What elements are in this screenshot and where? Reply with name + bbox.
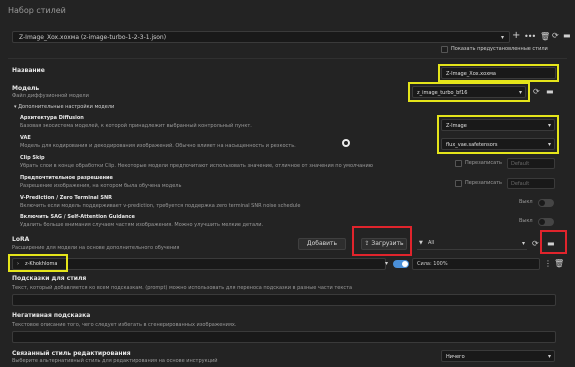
negative-desc: Текстовое описание того, чего следует из…: [12, 322, 237, 328]
refresh-icon[interactable]: ⟳: [552, 32, 559, 40]
arch-label: Архитектура Diffusion: [20, 115, 84, 121]
lora-filter-value: All: [428, 240, 435, 246]
trash-icon[interactable]: 🗑: [554, 260, 564, 268]
lora-load-button[interactable]: ⇪ Загрузить: [361, 238, 407, 250]
model-value: z_image_turbo_bf16: [417, 90, 468, 96]
clip-override-checkbox[interactable]: [455, 160, 462, 167]
arch-value: Z-Image: [446, 123, 467, 129]
style-prompt-desc: Текст, который добавляется ко всем подск…: [12, 285, 353, 291]
advanced-header[interactable]: ▾ Дополнительные настройки модели: [14, 104, 114, 111]
chevron-down-icon: ▾: [518, 89, 522, 96]
chevron-down-icon: ▾: [521, 240, 525, 247]
res-label: Предпочтительное разрешение: [20, 175, 113, 181]
cursor-icon: [342, 139, 350, 147]
lora-enabled-toggle[interactable]: [393, 260, 409, 268]
advanced-header-label: Дополнительные настройки модели: [18, 104, 115, 110]
edit-style-select[interactable]: Ничего ▾: [441, 350, 555, 362]
chevron-down-icon: ▾: [547, 122, 551, 129]
edit-style-desc: Выберите альтернативный стиль для редакт…: [12, 358, 218, 364]
chevron-right-icon: ›: [17, 261, 19, 267]
lora-desc: Расширение для модели на основе дополнит…: [12, 245, 180, 251]
sag-toggle[interactable]: [538, 218, 554, 226]
folder-icon[interactable]: ▬: [563, 32, 571, 40]
dots-icon[interactable]: ⋮: [544, 260, 552, 268]
style-prompt-label: Подсказки для стиля: [12, 275, 87, 282]
vpred-label: V-Prediction / Zero Terminal SNR: [20, 195, 112, 201]
dots-icon[interactable]: •••: [524, 33, 536, 41]
clip-label: Clip Skip: [20, 155, 45, 161]
chevron-down-icon: ▾: [500, 34, 504, 41]
name-input[interactable]: Z-Image_Xox.хохма: [441, 67, 556, 79]
vae-select[interactable]: flux_vae.safetensors ▾: [441, 138, 555, 150]
vpred-toggle[interactable]: [538, 199, 554, 207]
lora-load-label: Загрузить: [371, 240, 404, 247]
trash-icon[interactable]: 🗑: [540, 33, 550, 41]
clip-input[interactable]: Default: [507, 158, 555, 169]
model-label: Модель: [12, 85, 40, 92]
clip-override-label: Перезаписать: [465, 160, 502, 166]
lora-strength-label: Сила: 100%: [417, 261, 448, 267]
lora-strength-input[interactable]: Сила: 100%: [412, 258, 540, 270]
edit-style-value: Ничего: [446, 354, 465, 360]
edit-style-label: Связанный стиль редактирования: [12, 350, 131, 357]
lora-add-label: Добавить: [306, 240, 338, 247]
arch-desc: Базовая экосистема моделей, к которой пр…: [20, 123, 252, 129]
name-label: Название: [12, 67, 45, 74]
folder-icon[interactable]: ▬: [547, 240, 555, 248]
preset-select[interactable]: Z-Image_Xox.хохма (z-image-turbo-1-2-3-1…: [12, 31, 510, 43]
chevron-down-icon[interactable]: ▾: [385, 260, 388, 268]
sag-off-label: Выкл: [519, 218, 533, 224]
sag-label: Включить SAG / Self-Attention Guidance: [20, 214, 135, 220]
lora-item[interactable]: › z-Khokhloma: [12, 258, 386, 270]
clip-desc: Убрать слои в конце обработки Clip. Неко…: [20, 163, 373, 169]
vae-label: VAE: [20, 135, 31, 141]
style-prompt-input[interactable]: [12, 294, 556, 306]
model-sublabel: Файл диффузионной модели: [12, 93, 89, 99]
lora-item-name: z-Khokhloma: [25, 261, 58, 267]
negative-label: Негативная подсказка: [12, 312, 91, 319]
name-value: Z-Image_Xox.хохма: [446, 71, 496, 77]
plus-icon[interactable]: +: [512, 31, 520, 41]
chevron-down-icon: ▾: [547, 353, 551, 360]
divider: [8, 58, 567, 59]
show-predefined-label: Показать предустановленные стили: [451, 46, 548, 52]
lora-label: LoRA: [12, 236, 30, 243]
res-input[interactable]: Default: [507, 178, 555, 189]
vpred-off-label: Выкл: [519, 199, 533, 205]
sag-desc: Удалить больше внимания случаем частям и…: [20, 222, 264, 228]
res-placeholder: Default: [511, 181, 530, 187]
vae-desc: Модель для кодирования и декодирования и…: [20, 143, 296, 149]
dialog-title: Набор стилей: [8, 6, 66, 15]
lora-add-button[interactable]: Добавить: [298, 238, 346, 250]
model-select[interactable]: z_image_turbo_bf16 ▾: [412, 86, 526, 98]
vpred-desc: Включить если модель поддерживает v-pred…: [20, 203, 301, 209]
show-predefined-checkbox[interactable]: [441, 46, 448, 53]
res-desc: Разрешение изображения, на котором была …: [20, 183, 182, 189]
folder-icon[interactable]: ▬: [546, 88, 554, 96]
refresh-icon[interactable]: ⟳: [532, 240, 539, 248]
clip-placeholder: Default: [511, 161, 530, 167]
refresh-icon[interactable]: ⟳: [533, 88, 540, 96]
upload-icon: ⇪: [364, 240, 370, 247]
res-override-checkbox[interactable]: [455, 180, 462, 187]
vae-value: flux_vae.safetensors: [446, 142, 498, 148]
negative-input[interactable]: [12, 331, 556, 343]
arch-select[interactable]: Z-Image ▾: [441, 119, 555, 131]
preset-value: Z-Image_Xox.хохма (z-image-turbo-1-2-3-1…: [19, 34, 167, 41]
res-override-label: Перезаписать: [465, 180, 502, 186]
chevron-down-icon: ▾: [547, 141, 551, 148]
filter-icon: ▼: [419, 240, 423, 246]
lora-filter-select[interactable]: ▼ All ▾: [417, 238, 527, 250]
